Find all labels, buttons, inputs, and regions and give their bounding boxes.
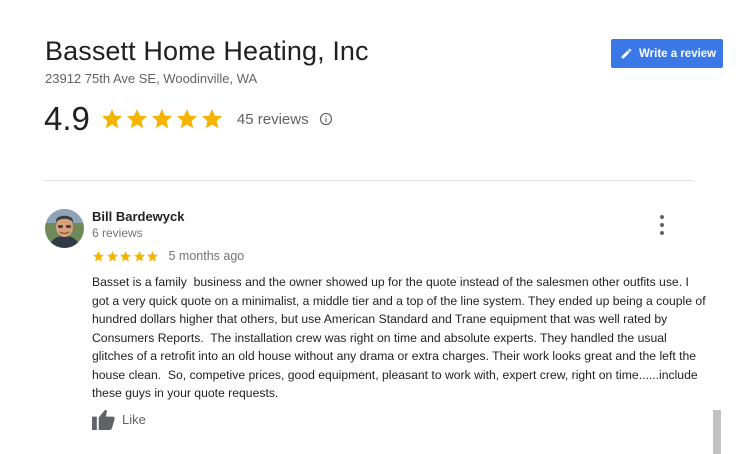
scrollbar-thumb[interactable]	[713, 410, 721, 454]
business-address: 23912 75th Ave SE, Woodinville, WA	[45, 71, 258, 86]
star-icon	[93, 250, 104, 261]
like-button[interactable]: Like	[92, 409, 146, 430]
star-icon	[120, 250, 131, 261]
review-date: 5 months ago	[168, 249, 245, 263]
star-icon	[101, 109, 122, 129]
business-name: Bassett Home Heating, Inc	[45, 36, 369, 66]
reviewer-avatar[interactable]	[45, 209, 84, 248]
rating-value: 4.9	[44, 100, 90, 137]
reviewer-name[interactable]: Bill Bardewyck	[92, 209, 185, 224]
write-review-label: Write a review	[639, 47, 717, 60]
write-review-button[interactable]: Write a review	[611, 39, 723, 68]
pencil-icon	[621, 48, 632, 59]
section-divider	[44, 180, 694, 181]
review-rating-row: 5 months ago	[92, 249, 244, 263]
like-label: Like	[122, 412, 146, 427]
star-icon	[106, 250, 118, 261]
star-icon	[147, 250, 158, 261]
thumb-up-icon	[92, 410, 115, 430]
reviews-count-link[interactable]: 45 reviews	[237, 111, 309, 128]
star-icon	[176, 109, 197, 129]
info-icon[interactable]	[319, 112, 333, 126]
rating-stars	[100, 107, 225, 131]
star-icon	[151, 109, 172, 129]
star-icon	[133, 250, 145, 261]
star-icon	[126, 109, 147, 129]
review-stars	[92, 250, 160, 263]
rating-summary: 4.9 45 reviews	[44, 100, 333, 138]
reviewer-review-count: 6 reviews	[92, 226, 143, 240]
review-text: Basset is a family business and the owne…	[92, 275, 709, 400]
more-vert-icon[interactable]	[653, 215, 671, 235]
star-icon	[201, 109, 222, 129]
